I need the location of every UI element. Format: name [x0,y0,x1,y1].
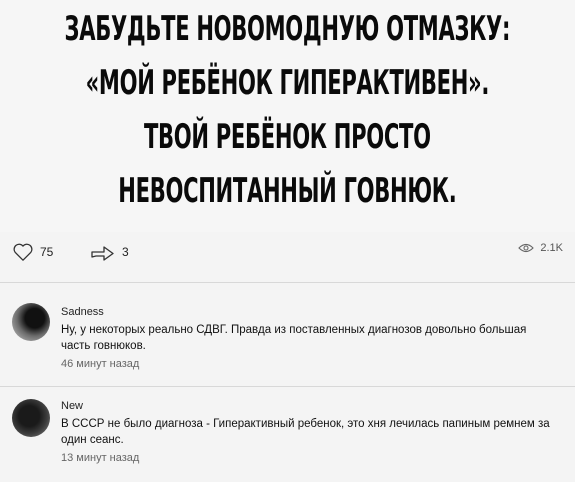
action-bar: 75 3 2.1K [0,238,575,270]
eye-icon [518,242,535,254]
heart-icon [12,242,34,262]
views-count: 2.1K [540,242,563,254]
comment-timestamp: 46 минут назад [61,358,140,370]
views-counter: 2.1K [518,242,563,254]
divider [0,282,575,283]
share-button[interactable]: 3 [90,242,129,262]
meme-line: «МОЙ РЕБЁНОК ГИПЕРАКТИВЕН». [85,63,490,103]
avatar[interactable] [12,399,50,437]
share-arrow-icon [90,242,116,262]
comment-text: Ну, у некоторых реально СДВГ. Правда из … [61,324,527,352]
comment-author[interactable]: Sadness [61,306,555,318]
meme-line: НЕВОСПИТАННЫЙ ГОВНЮК. [118,171,457,211]
meme-image: ЗАБУДЬТЕ НОВОМОДНУЮ ОТМАЗКУ: «МОЙ РЕБЁНО… [0,0,575,232]
meme-line: ЗАБУДЬТЕ НОВОМОДНУЮ ОТМАЗКУ: [64,9,511,49]
like-button[interactable]: 75 [12,242,53,262]
divider [0,386,575,387]
meme-text: ЗАБУДЬТЕ НОВОМОДНУЮ ОТМАЗКУ: «МОЙ РЕБЁНО… [0,2,575,218]
comment-author[interactable]: New [61,400,555,412]
like-count: 75 [40,245,54,259]
share-count: 3 [122,245,129,259]
avatar[interactable] [12,303,50,341]
comment-timestamp: 13 минут назад [61,452,140,464]
comment-text: В СССР не было диагноза - Гиперактивный … [61,418,550,446]
meme-line: ТВОЙ РЕБЁНОК ПРОСТО [144,117,431,157]
